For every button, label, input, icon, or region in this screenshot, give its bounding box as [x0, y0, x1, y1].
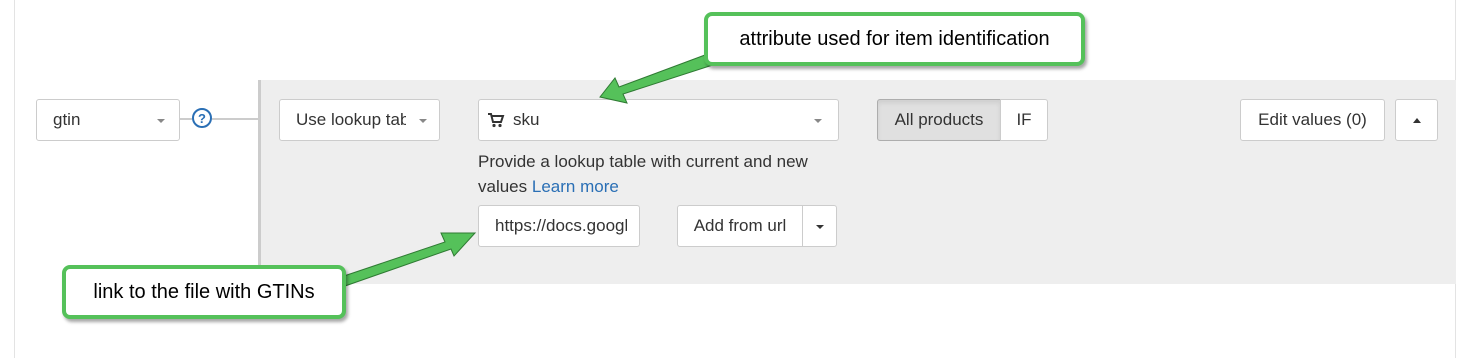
- arrow-to-url: [337, 232, 477, 287]
- callout-link: link to the file with GTINs: [62, 265, 346, 319]
- callout-attribute: attribute used for item identification: [704, 12, 1085, 66]
